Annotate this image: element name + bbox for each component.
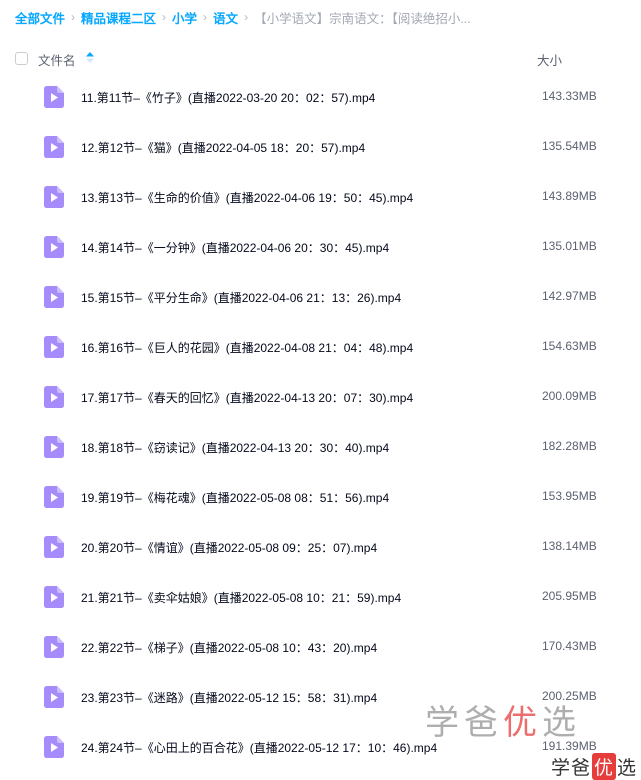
breadcrumb-chinese[interactable]: 语文 — [213, 8, 238, 27]
video-file-icon — [44, 286, 64, 308]
video-file-icon — [44, 436, 64, 458]
file-size: 135.01MB — [542, 239, 597, 253]
file-row[interactable]: 19.第19节–《梅花魂》(直播2022-05-08 08：51：56).mp4… — [0, 472, 641, 522]
watermark-small: 学爸优选 — [551, 752, 637, 780]
file-browser: 全部文件 › 精品课程二区 › 小学 › 语文 › 【小学语文】宗南语文：【阅读… — [0, 0, 641, 780]
file-name[interactable]: 12.第12节–《猫》(直播2022-04-05 18：20：57).mp4 — [81, 139, 365, 156]
video-file-icon — [44, 386, 64, 408]
file-size: 182.28MB — [542, 439, 597, 453]
file-size: 200.09MB — [542, 389, 597, 403]
breadcrumb-all-files[interactable]: 全部文件 — [15, 8, 65, 27]
file-name[interactable]: 13.第13节–《生命的价值》(直播2022-04-06 19：50：45).m… — [81, 189, 413, 206]
breadcrumb-primary-school[interactable]: 小学 — [172, 8, 197, 27]
file-row[interactable]: 12.第12节–《猫》(直播2022-04-05 18：20：57).mp4 13… — [0, 122, 641, 172]
file-row[interactable]: 11.第11节–《竹子》(直播2022-03-20 20：02：57).mp4 1… — [0, 72, 641, 122]
video-file-icon — [44, 586, 64, 608]
file-name[interactable]: 16.第16节–《巨人的花园》(直播2022-04-08 21：04：48).m… — [81, 339, 413, 356]
watermark-large: 学爸优选 — [425, 702, 578, 743]
file-size: 135.54MB — [542, 139, 597, 153]
column-header-name[interactable]: 文件名 — [38, 50, 76, 69]
video-file-icon — [44, 486, 64, 508]
video-file-icon — [44, 186, 64, 208]
file-name[interactable]: 15.第15节–《平分生命》(直播2022-04-06 21：13：26).mp… — [81, 289, 401, 306]
breadcrumb-current-folder: 【小学语文】宗南语文：【阅读绝招小... — [254, 11, 471, 26]
file-size: 205.95MB — [542, 589, 597, 603]
file-name[interactable]: 21.第21节–《卖伞姑娘》(直播2022-05-08 10：21：59).mp… — [81, 589, 401, 606]
file-size: 143.33MB — [542, 89, 597, 103]
breadcrumb-separator-icon: › — [203, 10, 208, 24]
breadcrumb-separator-icon: › — [162, 10, 167, 24]
file-list: 11.第11节–《竹子》(直播2022-03-20 20：02：57).mp4 1… — [0, 72, 641, 772]
file-name[interactable]: 24.第24节–《心田上的百合花》(直播2022-05-12 17：10：46)… — [81, 739, 437, 756]
video-file-icon — [44, 336, 64, 358]
file-row[interactable]: 14.第14节–《一分钟》(直播2022-04-06 20：30：45).mp4… — [0, 222, 641, 272]
file-name[interactable]: 22.第22节–《梯子》(直播2022-05-08 10：43：20).mp4 — [81, 639, 377, 656]
file-name[interactable]: 18.第18节–《窃读记》(直播2022-04-13 20：30：40).mp4 — [81, 439, 389, 456]
column-header-size[interactable]: 大小 — [537, 50, 562, 69]
file-size: 142.97MB — [542, 289, 597, 303]
video-file-icon — [44, 536, 64, 558]
file-row[interactable]: 13.第13节–《生命的价值》(直播2022-04-06 19：50：45).m… — [0, 172, 641, 222]
file-size: 153.95MB — [542, 489, 597, 503]
breadcrumb: 全部文件 › 精品课程二区 › 小学 › 语文 › 【小学语文】宗南语文：【阅读… — [15, 8, 471, 26]
file-name[interactable]: 23.第23节–《迷路》(直播2022-05-12 15：58：31).mp4 — [81, 689, 377, 706]
video-file-icon — [44, 736, 64, 758]
list-header: 文件名 大小 — [0, 40, 641, 76]
file-name[interactable]: 20.第20节–《情谊》(直播2022-05-08 09：25：07).mp4 — [81, 539, 377, 556]
file-row[interactable]: 18.第18节–《窃读记》(直播2022-04-13 20：30：40).mp4… — [0, 422, 641, 472]
file-name[interactable]: 19.第19节–《梅花魂》(直播2022-05-08 08：51：56).mp4 — [81, 489, 389, 506]
video-file-icon — [44, 86, 64, 108]
file-size: 138.14MB — [542, 539, 597, 553]
breadcrumb-separator-icon: › — [71, 10, 76, 24]
file-row[interactable]: 21.第21节–《卖伞姑娘》(直播2022-05-08 10：21：59).mp… — [0, 572, 641, 622]
file-size: 154.63MB — [542, 339, 597, 353]
file-name[interactable]: 11.第11节–《竹子》(直播2022-03-20 20：02：57).mp4 — [81, 89, 375, 106]
file-name[interactable]: 14.第14节–《一分钟》(直播2022-04-06 20：30：45).mp4 — [81, 239, 389, 256]
video-file-icon — [44, 636, 64, 658]
video-file-icon — [44, 686, 64, 708]
video-file-icon — [44, 236, 64, 258]
breadcrumb-separator-icon: › — [244, 10, 249, 24]
select-all-checkbox[interactable] — [15, 52, 28, 65]
file-row[interactable]: 15.第15节–《平分生命》(直播2022-04-06 21：13：26).mp… — [0, 272, 641, 322]
file-name[interactable]: 17.第17节–《春天的回忆》(直播2022-04-13 20：07：30).m… — [81, 389, 413, 406]
bottom-fade — [0, 760, 641, 780]
file-row[interactable]: 20.第20节–《情谊》(直播2022-05-08 09：25：07).mp4 1… — [0, 522, 641, 572]
sort-ascending-icon[interactable] — [86, 52, 94, 63]
breadcrumb-premium-courses[interactable]: 精品课程二区 — [81, 8, 156, 27]
file-size: 170.43MB — [542, 639, 597, 653]
file-row[interactable]: 22.第22节–《梯子》(直播2022-05-08 10：43：20).mp4 1… — [0, 622, 641, 672]
video-file-icon — [44, 136, 64, 158]
file-row[interactable]: 17.第17节–《春天的回忆》(直播2022-04-13 20：07：30).m… — [0, 372, 641, 422]
file-row[interactable]: 16.第16节–《巨人的花园》(直播2022-04-08 21：04：48).m… — [0, 322, 641, 372]
file-size: 143.89MB — [542, 189, 597, 203]
